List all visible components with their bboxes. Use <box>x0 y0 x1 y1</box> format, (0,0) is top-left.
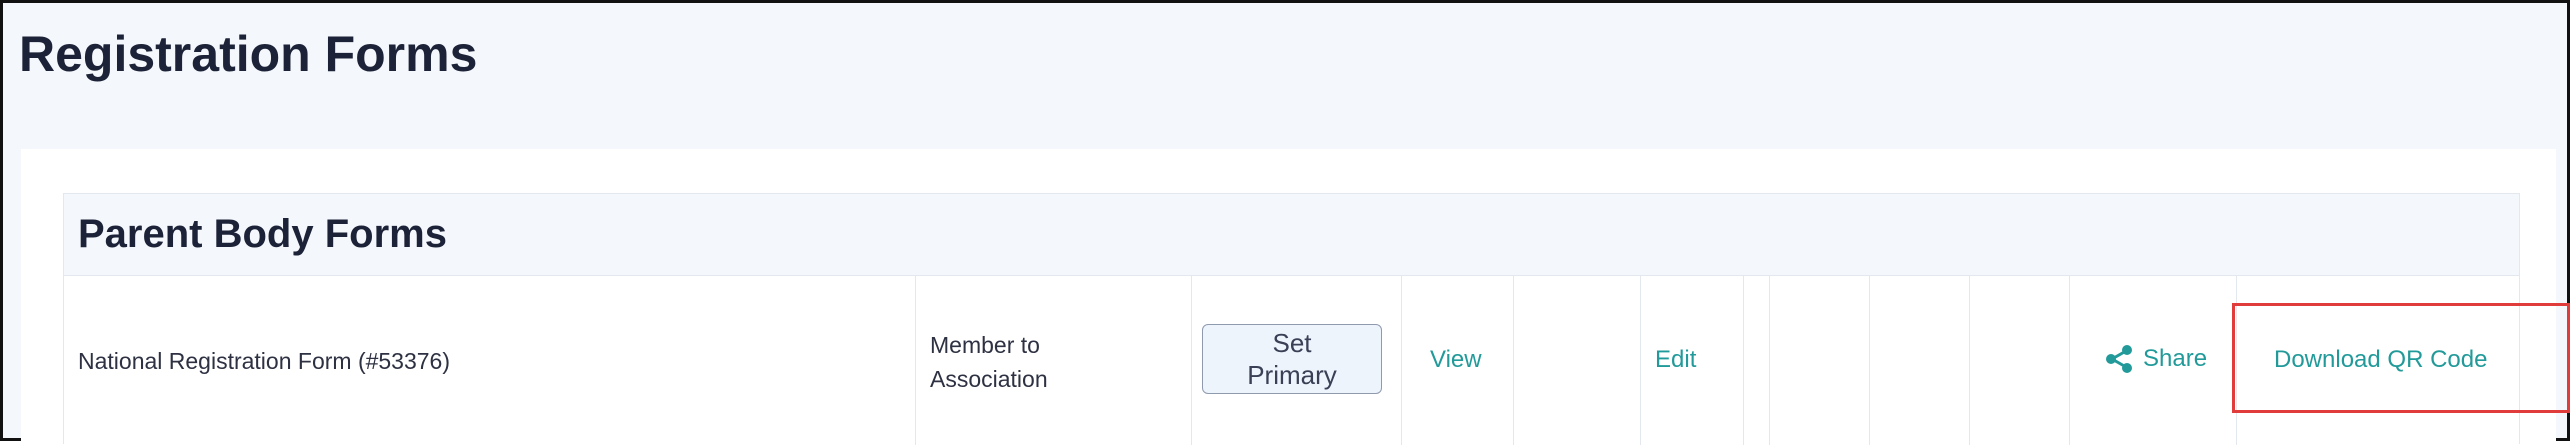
content-panel: Parent Body Forms National Registration … <box>21 149 2556 445</box>
page-frame: Registration Forms Parent Body Forms Nat… <box>0 0 2570 445</box>
view-link[interactable]: View <box>1430 346 1482 374</box>
page-title: Registration Forms <box>19 26 478 82</box>
form-type-line-2: Association <box>930 366 1048 392</box>
set-primary-label-line-1: Set <box>1272 328 1312 358</box>
edit-cell: Edit <box>1641 276 1744 445</box>
table-row: National Registration Form (#53376) Memb… <box>64 276 2519 445</box>
form-type: Member to Association <box>930 328 1048 396</box>
form-name: National Registration Form (#53376) <box>78 348 451 374</box>
spacer-cell-2 <box>1744 276 1770 445</box>
spacer-cell-4 <box>1870 276 1970 445</box>
share-cell: Share <box>2070 276 2237 445</box>
share-label: Share <box>2143 345 2208 372</box>
parent-body-forms-section: Parent Body Forms National Registration … <box>63 193 2520 445</box>
spacer-cell-1 <box>1514 276 1641 445</box>
share-button[interactable]: Share <box>2104 344 2207 374</box>
form-type-cell: Member to Association <box>916 276 1192 445</box>
spacer-cell-5 <box>1970 276 2070 445</box>
form-type-line-1: Member to <box>930 332 1040 358</box>
view-cell: View <box>1402 276 1514 445</box>
form-name-cell: National Registration Form (#53376) <box>64 276 916 445</box>
spacer-cell-3 <box>1770 276 1870 445</box>
share-icon <box>2106 345 2132 373</box>
edit-link[interactable]: Edit <box>1655 346 1696 374</box>
section-title: Parent Body Forms <box>78 212 447 256</box>
set-primary-button[interactable]: Set Primary <box>1202 324 1382 394</box>
section-header: Parent Body Forms <box>64 194 2519 276</box>
highlight-box <box>2232 303 2570 413</box>
set-primary-label-line-2: Primary <box>1247 360 1337 390</box>
